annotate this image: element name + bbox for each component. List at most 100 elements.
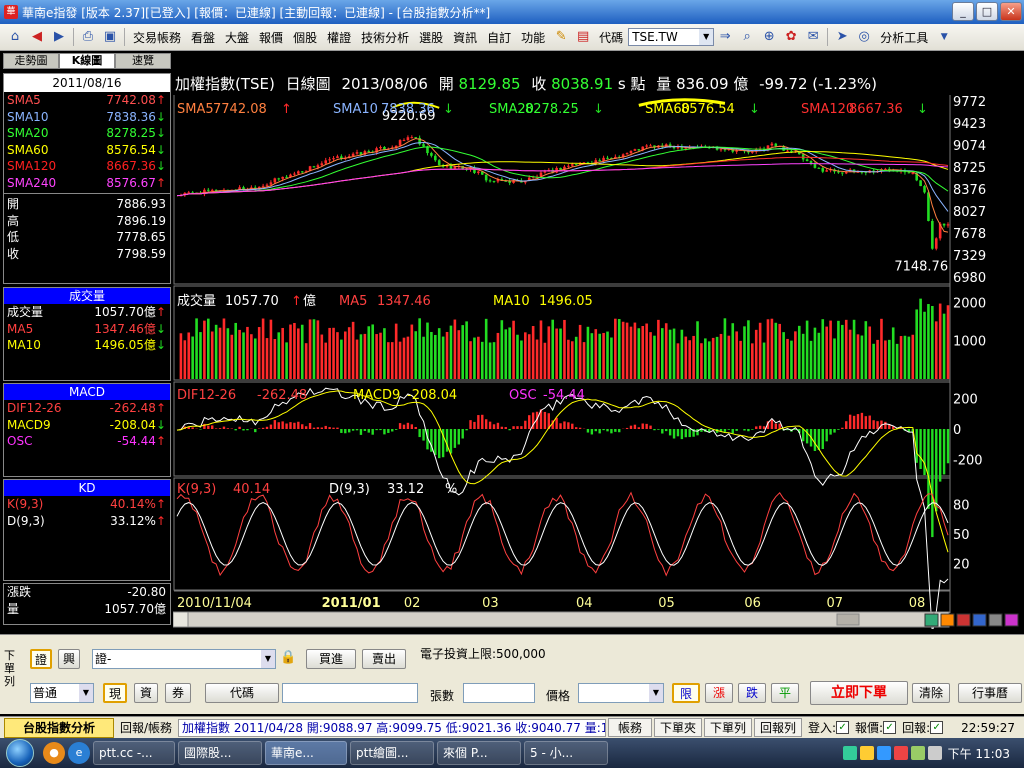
tray-icon[interactable]	[859, 746, 874, 760]
info-value: 8576.54↓	[106, 142, 166, 158]
menu-technical[interactable]: 技術分析	[356, 29, 414, 46]
stock-chart[interactable]: 9220.697148.76SMA5 7742.08 ↑ SMA10 7838.36 ↓ S…	[173, 73, 1022, 629]
window-icon[interactable]: ▣	[101, 28, 119, 46]
task-ptt-draw[interactable]: ptt繪圖...	[350, 741, 434, 765]
chrome-icon[interactable]: ●	[43, 742, 65, 764]
maximize-button[interactable]: □	[976, 2, 998, 21]
osc-legend-value: -54.44	[543, 388, 585, 403]
task-international[interactable]: 國際股...	[178, 741, 262, 765]
volume-icon[interactable]	[927, 746, 942, 760]
info-value: 7838.36↓	[106, 109, 166, 125]
lock-icon[interactable]: 🔒	[280, 650, 296, 665]
chart-tool-icon[interactable]	[988, 613, 1003, 627]
zoom-icon[interactable]: ⊕	[760, 28, 778, 46]
task-huanan[interactable]: 華南e...	[265, 741, 347, 765]
minimize-button[interactable]: _	[952, 2, 974, 21]
tab-trend[interactable]: 走勢圖	[3, 53, 59, 69]
menu-quote[interactable]: 報價	[254, 29, 288, 46]
chart-tool-icon[interactable]	[1004, 613, 1019, 627]
go-icon[interactable]: ⇒	[716, 28, 734, 46]
account-select[interactable]: 證- ▼	[92, 649, 276, 669]
tray-icon[interactable]	[893, 746, 908, 760]
info-key: 低	[7, 230, 20, 244]
qty-input[interactable]	[463, 683, 535, 703]
osc-bar	[856, 414, 860, 429]
menu-warrant[interactable]: 權證	[322, 29, 356, 46]
report-bar-button[interactable]: 回報列	[754, 718, 802, 737]
tab-securities[interactable]: 證	[30, 649, 52, 669]
menu-market[interactable]: 大盤	[220, 29, 254, 46]
sell-button[interactable]: 賣出	[362, 649, 406, 669]
quote-date: 2011/08/16	[4, 74, 170, 92]
chevron-down-icon[interactable]: ▼	[79, 684, 93, 702]
tray-icon[interactable]	[876, 746, 891, 760]
print-icon[interactable]: ⎙	[79, 28, 97, 46]
chart-icon[interactable]: ✉	[804, 28, 822, 46]
price-flat-button[interactable]: 平	[771, 683, 799, 703]
chevron-down-icon[interactable]: ▼	[261, 650, 275, 668]
chevron-down-icon[interactable]: ▼	[699, 29, 714, 45]
task-ptt-1[interactable]: ptt.cc -...	[93, 741, 175, 765]
clear-button[interactable]: 清除	[912, 683, 950, 703]
order-folder-button[interactable]: 下單夾	[654, 718, 702, 737]
task-laige[interactable]: 來個 P...	[437, 741, 521, 765]
buy-button[interactable]: 買進	[306, 649, 356, 669]
tab-overview[interactable]: 速覽	[115, 53, 171, 69]
code-button[interactable]: 代碼	[205, 683, 279, 703]
symbol-input[interactable]: TSE.TW ▼	[628, 28, 715, 46]
menu-trade[interactable]: 交易帳務	[128, 29, 186, 46]
menu-info[interactable]: 資訊	[448, 29, 482, 46]
tray-icon[interactable]	[842, 746, 857, 760]
chart-tool-icon[interactable]	[924, 613, 939, 627]
order-bar-button[interactable]: 下單列	[704, 718, 752, 737]
price-limit-button[interactable]: 限	[672, 683, 700, 703]
menu-stock[interactable]: 個股	[288, 29, 322, 46]
scroll-thumb[interactable]	[836, 613, 860, 626]
cursor-icon[interactable]: ➤	[833, 28, 851, 46]
menu-function[interactable]: 功能	[516, 29, 550, 46]
price-input[interactable]: ▼	[578, 683, 664, 703]
close-button[interactable]: ✕	[1000, 2, 1022, 21]
back-icon[interactable]: ◀	[28, 28, 46, 46]
start-button[interactable]	[0, 738, 40, 768]
tab-report[interactable]: 回報/帳務	[114, 719, 178, 736]
chart-tool-icon[interactable]	[972, 613, 987, 627]
scroll-left-button[interactable]	[173, 611, 189, 628]
home-icon[interactable]: ⌂	[6, 28, 24, 46]
tab-index-analysis[interactable]: 台股指數分析	[4, 717, 114, 738]
place-order-button[interactable]: 立即下單	[810, 681, 908, 705]
pencil-icon[interactable]: ✎	[552, 28, 570, 46]
menu-screen[interactable]: 選股	[414, 29, 448, 46]
alert-icon[interactable]: ✿	[782, 28, 800, 46]
menu-watch[interactable]: 看盤	[186, 29, 220, 46]
menu-custom[interactable]: 自訂	[482, 29, 516, 46]
calendar-button[interactable]: 行事曆	[958, 683, 1022, 703]
volume-bar	[449, 325, 453, 379]
forward-icon[interactable]: ▶	[50, 28, 68, 46]
tray-icon[interactable]	[910, 746, 925, 760]
order-type-select[interactable]: 普通 ▼	[30, 683, 94, 703]
task-five[interactable]: 5 - 小...	[524, 741, 608, 765]
margin-button[interactable]: 資	[134, 683, 158, 703]
cash-button[interactable]: 現	[103, 683, 127, 703]
ie-icon[interactable]: e	[68, 742, 90, 764]
code-input[interactable]	[282, 683, 418, 703]
chevron-down-icon[interactable]: ▼	[649, 684, 663, 702]
tab-kline[interactable]: K線圖	[59, 53, 115, 69]
account-button[interactable]: 帳務	[608, 718, 652, 737]
osc-bar	[848, 414, 852, 429]
search-icon[interactable]: ⌕	[738, 28, 756, 46]
analysis-tools-menu[interactable]: 分析工具	[875, 29, 933, 46]
price-down-button[interactable]: 跌	[738, 683, 766, 703]
note-icon[interactable]: ▤	[574, 28, 592, 46]
chevron-down-icon[interactable]: ▼	[935, 28, 953, 46]
osc-bar	[860, 412, 864, 429]
short-button[interactable]: 券	[165, 683, 191, 703]
chart-tool-icon[interactable]	[956, 613, 971, 627]
volume-bar	[328, 327, 331, 379]
analysis-icon[interactable]: ◎	[855, 28, 873, 46]
price-up-button[interactable]: 漲	[705, 683, 733, 703]
ma-legend-arrow: ↓	[593, 102, 604, 117]
chart-tool-icon[interactable]	[940, 613, 955, 627]
tab-futures[interactable]: 興	[58, 649, 80, 669]
